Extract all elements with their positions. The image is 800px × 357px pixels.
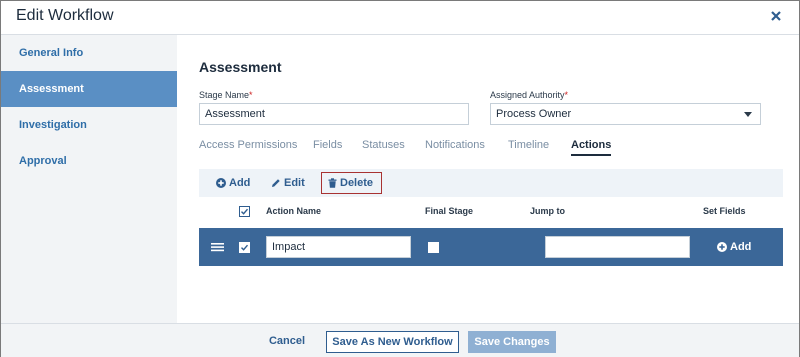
save-changes-button[interactable]: Save Changes bbox=[468, 331, 556, 353]
action-name-input[interactable]: Impact bbox=[266, 236, 411, 258]
sidebar: General Info Assessment Investigation Ap… bbox=[1, 35, 177, 323]
tab-notifications[interactable]: Notifications bbox=[425, 139, 485, 151]
plus-circle-icon bbox=[216, 178, 226, 189]
grid-header: Action Name Final Stage Jump to Set Fiel… bbox=[199, 199, 783, 225]
assigned-authority-select[interactable]: Process Owner bbox=[490, 103, 761, 125]
assigned-authority-label: Assigned Authority* bbox=[490, 90, 569, 100]
delete-button-label: Delete bbox=[340, 177, 374, 189]
save-as-new-workflow-button[interactable]: Save As New Workflow bbox=[326, 331, 459, 353]
tab-timeline[interactable]: Timeline bbox=[508, 139, 549, 151]
column-header-action-name: Action Name bbox=[266, 206, 322, 216]
section-title: Assessment bbox=[199, 59, 282, 75]
add-button[interactable]: Add bbox=[216, 169, 250, 197]
set-fields-add-button[interactable]: Add bbox=[717, 233, 751, 261]
edit-button[interactable]: Edit bbox=[271, 169, 305, 197]
dialog-footer: Cancel Save As New Workflow Save Changes bbox=[1, 323, 799, 357]
column-header-final-stage: Final Stage bbox=[425, 206, 474, 216]
check-icon bbox=[241, 208, 249, 215]
assigned-authority-value: Process Owner bbox=[496, 108, 572, 120]
table-row[interactable]: Impact Add bbox=[199, 228, 783, 266]
set-fields-add-label: Add bbox=[730, 241, 752, 253]
sidebar-item-investigation[interactable]: Investigation bbox=[1, 107, 177, 143]
row-select-checkbox[interactable] bbox=[239, 242, 250, 253]
stage-name-label: Stage Name* bbox=[199, 90, 253, 100]
jump-to-select[interactable] bbox=[545, 236, 690, 258]
final-stage-checkbox[interactable] bbox=[428, 242, 439, 253]
trash-icon bbox=[328, 178, 337, 188]
tab-statuses[interactable]: Statuses bbox=[362, 139, 405, 151]
main-content: Assessment Stage Name* Assessment Assign… bbox=[177, 35, 799, 323]
column-header-set-fields: Set Fields bbox=[703, 206, 746, 216]
close-icon[interactable] bbox=[769, 9, 783, 23]
delete-button[interactable]: Delete bbox=[321, 172, 383, 194]
sidebar-item-general-info[interactable]: General Info bbox=[1, 35, 177, 71]
column-header-jump-to: Jump to bbox=[530, 206, 565, 216]
add-button-label: Add bbox=[229, 177, 251, 189]
pencil-icon bbox=[272, 179, 280, 188]
drag-handle-icon[interactable] bbox=[211, 242, 224, 252]
dialog-header: Edit Workflow bbox=[1, 1, 799, 35]
edit-button-label: Edit bbox=[284, 177, 305, 189]
edit-workflow-dialog: Edit Workflow General Info Assessment In… bbox=[0, 0, 800, 357]
plus-circle-icon bbox=[717, 242, 727, 253]
check-icon bbox=[241, 244, 249, 251]
actions-toolbar: Add Edit Delete bbox=[199, 169, 783, 197]
tab-access-permissions[interactable]: Access Permissions bbox=[199, 139, 297, 151]
select-all-checkbox[interactable] bbox=[239, 206, 250, 217]
cancel-button[interactable]: Cancel bbox=[259, 331, 315, 353]
tab-actions[interactable]: Actions bbox=[571, 139, 612, 156]
stage-name-input[interactable]: Assessment bbox=[199, 103, 469, 125]
dialog-title: Edit Workflow bbox=[16, 7, 114, 24]
tab-fields[interactable]: Fields bbox=[313, 139, 342, 151]
sidebar-item-approval[interactable]: Approval bbox=[1, 143, 177, 179]
chevron-down-icon bbox=[744, 112, 752, 117]
sidebar-item-assessment[interactable]: Assessment bbox=[1, 71, 177, 107]
